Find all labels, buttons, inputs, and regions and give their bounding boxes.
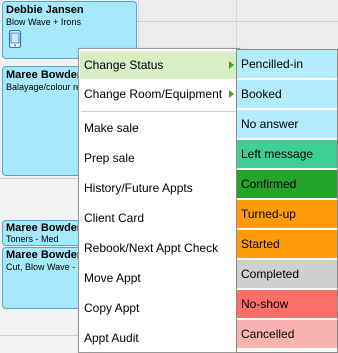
status-option-label: Cancelled — [241, 327, 295, 341]
menu-item-label: Client Card — [84, 211, 145, 225]
status-option-label: Booked — [241, 87, 282, 101]
submenu-arrow-icon — [229, 90, 234, 98]
menu-item-rebook-next-appt-check[interactable]: Rebook/Next Appt Check — [80, 234, 238, 262]
menu-item-move-appt[interactable]: Move Appt — [80, 264, 238, 292]
menu-item-change-status[interactable]: Change Status — [80, 51, 238, 79]
status-option-completed[interactable]: Completed — [237, 260, 337, 289]
menu-item-label: Make sale — [84, 121, 139, 135]
status-option-label: Left message — [241, 147, 314, 161]
menu-item-client-card[interactable]: Client Card — [80, 204, 238, 232]
appointment-context-menu: Change Status Change Room/Equipment Make… — [78, 48, 240, 353]
status-option-label: No-show — [241, 297, 289, 311]
status-option-pencilled-in[interactable]: Pencilled-in — [237, 50, 337, 79]
menu-item-label: Rebook/Next Appt Check — [84, 241, 219, 255]
status-option-label: Confirmed — [241, 177, 297, 191]
menu-item-label: History/Future Appts — [84, 181, 193, 195]
menu-item-label: Prep sale — [84, 151, 135, 165]
status-option-booked[interactable]: Booked — [237, 80, 337, 109]
status-option-confirmed[interactable]: Confirmed — [237, 170, 337, 199]
status-option-label: Pencilled-in — [241, 57, 304, 71]
status-option-cancelled[interactable]: Cancelled — [237, 320, 337, 349]
status-option-label: No answer — [241, 117, 299, 131]
menu-item-history-future-appts[interactable]: History/Future Appts — [80, 174, 238, 202]
status-option-started[interactable]: Started — [237, 230, 337, 259]
menu-item-label: Appt Audit — [84, 331, 139, 345]
menu-item-label: Copy Appt — [84, 301, 140, 315]
status-option-left-message[interactable]: Left message — [237, 140, 337, 169]
menu-item-copy-appt[interactable]: Copy Appt — [80, 294, 238, 322]
menu-item-label: Change Room/Equipment — [84, 87, 223, 101]
menu-item-appt-audit[interactable]: Appt Audit — [80, 324, 238, 352]
status-option-no-answer[interactable]: No answer — [237, 110, 337, 139]
status-submenu: Pencilled-in Booked No answer Left messa… — [236, 49, 338, 353]
service-name: Blow Wave + Irons — [6, 17, 81, 27]
client-name: Debbie Jansen — [6, 4, 84, 16]
mobile-phone-icon — [8, 30, 22, 48]
menu-item-prep-sale[interactable]: Prep sale — [80, 144, 238, 172]
status-option-label: Started — [241, 237, 280, 251]
menu-separator — [81, 111, 237, 112]
menu-item-label: Change Status — [84, 58, 164, 72]
menu-item-label: Move Appt — [84, 271, 141, 285]
menu-item-change-room-equipment[interactable]: Change Room/Equipment — [80, 80, 238, 108]
status-option-no-show[interactable]: No-show — [237, 290, 337, 319]
status-option-label: Completed — [241, 267, 300, 281]
submenu-arrow-icon — [229, 61, 234, 69]
menu-item-make-sale[interactable]: Make sale — [80, 114, 238, 142]
status-option-turned-up[interactable]: Turned-up — [237, 200, 337, 229]
status-option-label: Turned-up — [241, 207, 296, 221]
